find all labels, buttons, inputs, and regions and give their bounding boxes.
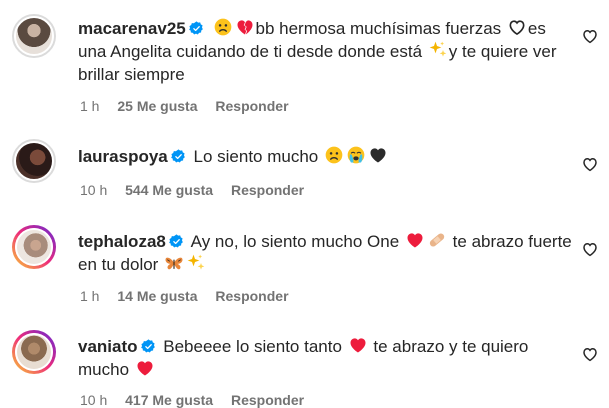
butterfly-icon (164, 253, 184, 273)
comment-text-part: bb hermosa muchísimas fuerzas (255, 19, 502, 38)
comment-username[interactable]: vaniato (78, 337, 138, 356)
verified-icon (189, 21, 204, 36)
comment-username[interactable]: macarenav25 (78, 19, 186, 38)
comment-meta: 10 h 544 Me gusta Responder (80, 182, 318, 198)
comment-meta: 10 h 417 Me gusta Responder (80, 392, 318, 408)
avatar[interactable] (12, 225, 56, 269)
reply-button[interactable]: Responder (231, 182, 304, 198)
comment-time: 10 h (80, 182, 108, 198)
like-heart-icon[interactable] (581, 155, 599, 173)
bandage-icon (427, 230, 447, 250)
red-heart-icon (348, 335, 368, 355)
comment-username[interactable]: tephaloza8 (78, 232, 166, 251)
comment-time: 1 h (80, 288, 100, 304)
comment-likes[interactable]: 417 Me gusta (125, 392, 213, 408)
verified-icon (171, 149, 186, 164)
reply-button[interactable]: Responder (215, 98, 288, 114)
avatar[interactable] (12, 139, 56, 183)
broken-heart-icon (235, 17, 255, 37)
like-heart-icon[interactable] (581, 27, 599, 45)
like-heart-icon[interactable] (581, 240, 599, 258)
black-heart-icon (368, 145, 388, 165)
sad-face-icon (324, 145, 344, 165)
sparkles-icon (186, 253, 206, 273)
comment-likes[interactable]: 544 Me gusta (125, 182, 213, 198)
comment-text-part: Bebeeee lo siento tanto (163, 337, 342, 356)
comment-likes[interactable]: 14 Me gusta (117, 288, 197, 304)
comment-text: vaniato Bebeeee lo siento tanto te abraz… (78, 335, 578, 381)
comment-text: lauraspoya Lo siento mucho (78, 145, 578, 168)
sparkles-icon (428, 40, 448, 60)
comment-text: tephaloza8 Ay no, lo siento mucho One te… (78, 230, 578, 276)
avatar[interactable] (12, 14, 56, 58)
comment-meta: 1 h 25 Me gusta Responder (80, 98, 303, 114)
avatar[interactable] (12, 330, 56, 374)
comment-likes[interactable]: 25 Me gusta (117, 98, 197, 114)
comment-time: 10 h (80, 392, 108, 408)
verified-icon (141, 339, 156, 354)
sad-face-icon (213, 17, 233, 37)
crying-face-icon (346, 145, 366, 165)
comment-meta: 1 h 14 Me gusta Responder (80, 288, 303, 304)
comment-text-part: Lo siento mucho (193, 147, 319, 166)
comment-text-part: Ay no, lo siento mucho One (190, 232, 400, 251)
comment-time: 1 h (80, 98, 100, 114)
reply-button[interactable]: Responder (215, 288, 288, 304)
red-heart-icon (405, 230, 425, 250)
verified-icon (169, 234, 184, 249)
white-heart-icon (507, 17, 527, 37)
red-heart-icon (135, 358, 155, 378)
comment-text: macarenav25 bb hermosa muchísimas fuerza… (78, 17, 578, 86)
reply-button[interactable]: Responder (231, 392, 304, 408)
comment-username[interactable]: lauraspoya (78, 147, 168, 166)
like-heart-icon[interactable] (581, 345, 599, 363)
